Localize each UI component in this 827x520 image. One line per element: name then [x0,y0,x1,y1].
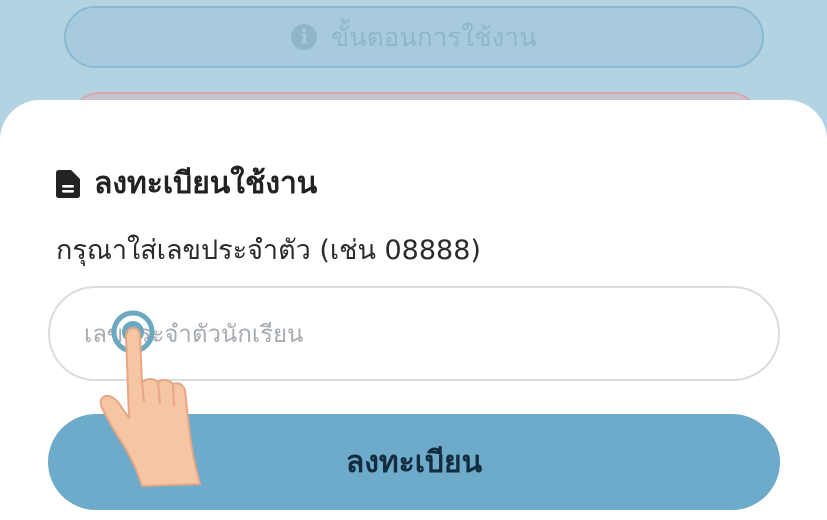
instruction-text: กรุณาใส่เลขประจำตัว (เช่น 08888) [56,235,481,266]
student-id-input[interactable] [48,286,780,381]
how-to-use-button[interactable]: i ขั้นตอนการใช้งาน [64,6,764,68]
how-to-use-label: ขั้นตอนการใช้งาน [331,22,537,53]
document-icon [56,169,80,198]
sheet-title: ลงทะเบียนใช้งาน [94,166,318,201]
sheet-header: ลงทะเบียนใช้งาน [56,160,317,207]
info-icon: i [291,24,318,50]
register-button[interactable]: ลงทะเบียน [48,414,780,510]
registration-screen: i ขั้นตอนการใช้งาน ลงทะเบียนใช้งาน กรุณา… [0,0,827,520]
